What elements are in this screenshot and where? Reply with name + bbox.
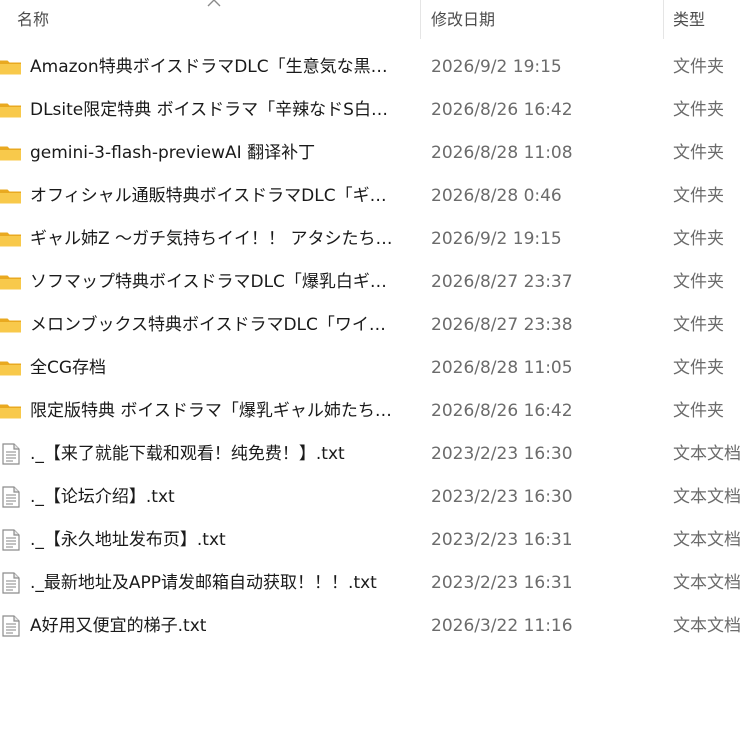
column-header-type[interactable]: 类型	[673, 0, 705, 39]
text-file-icon	[0, 572, 22, 594]
item-modified-date: 2023/2/23 16:30	[431, 487, 573, 507]
item-modified-date: 2023/2/23 16:31	[431, 573, 573, 593]
item-type: 文件夹	[673, 315, 724, 335]
column-divider[interactable]	[663, 0, 664, 39]
item-type: 文本文档	[673, 573, 741, 593]
item-type: 文件夹	[673, 57, 724, 77]
folder-icon	[0, 357, 22, 379]
folder-row[interactable]: メロンブックス特典ボイスドラマDLC「ワイ… 2026/8/27 23:38 文件夹	[0, 304, 744, 347]
item-name: 限定版特典 ボイスドラマ「爆乳ギャル姉たち…	[30, 401, 392, 421]
item-type: 文件夹	[673, 186, 724, 206]
item-modified-date: 2026/8/28 11:05	[431, 358, 573, 378]
column-header-date[interactable]: 修改日期	[431, 0, 495, 39]
folder-icon	[0, 185, 22, 207]
file-row[interactable]: ._最新地址及APP请发邮箱自动获取！！！.txt 2023/2/23 16:31…	[0, 562, 744, 605]
text-file-icon	[0, 529, 22, 551]
item-type: 文件夹	[673, 401, 724, 421]
folder-row[interactable]: gemini-3-flash-previewAI 翻译补丁 2026/8/28 1…	[0, 132, 744, 175]
item-name: gemini-3-flash-previewAI 翻译补丁	[30, 143, 316, 163]
item-type: 文件夹	[673, 229, 724, 249]
folder-row[interactable]: オフィシャル通販特典ボイスドラマDLC「ギ… 2026/8/28 0:46 文件夹	[0, 175, 744, 218]
folder-icon	[0, 271, 22, 293]
item-modified-date: 2026/8/26 16:42	[431, 401, 573, 421]
folder-row[interactable]: DLsite限定特典 ボイスドラマ「辛辣なドS白… 2026/8/26 16:42…	[0, 89, 744, 132]
item-name: ._【永久地址发布页】.txt	[30, 530, 226, 550]
item-name: Amazon特典ボイスドラマDLC「生意気な黒…	[30, 57, 388, 77]
folder-icon	[0, 400, 22, 422]
folder-icon	[0, 56, 22, 78]
text-file-icon	[0, 443, 22, 465]
file-list: Amazon特典ボイスドラマDLC「生意気な黒… 2026/9/2 19:15 文件…	[0, 46, 744, 648]
column-header-name[interactable]: 名称	[17, 0, 49, 39]
item-modified-date: 2026/8/27 23:37	[431, 272, 573, 292]
file-row[interactable]: A好用又便宜的梯子.txt 2026/3/22 11:16 文本文档	[0, 605, 744, 648]
item-name: ._【论坛介绍】.txt	[30, 487, 175, 507]
item-name: ._最新地址及APP请发邮箱自动获取！！！.txt	[30, 573, 377, 593]
item-type: 文件夹	[673, 358, 724, 378]
chevron-up-icon[interactable]	[207, 0, 221, 8]
item-modified-date: 2026/8/27 23:38	[431, 315, 573, 335]
item-name: オフィシャル通販特典ボイスドラマDLC「ギ…	[30, 186, 387, 206]
item-type: 文件夹	[673, 272, 724, 292]
file-row[interactable]: ._【来了就能下载和观看！纯免费！】.txt 2023/2/23 16:30 文本文…	[0, 433, 744, 476]
item-name: ソフマップ特典ボイスドラマDLC「爆乳白ギ…	[30, 272, 387, 292]
item-name: 全CG存档	[30, 358, 107, 378]
file-row[interactable]: ._【论坛介绍】.txt 2023/2/23 16:30 文本文档	[0, 476, 744, 519]
text-file-icon	[0, 615, 22, 637]
item-modified-date: 2023/2/23 16:30	[431, 444, 573, 464]
text-file-icon	[0, 486, 22, 508]
item-modified-date: 2023/2/23 16:31	[431, 530, 573, 550]
column-header-bar: 名称 修改日期 类型	[0, 0, 744, 39]
folder-row[interactable]: 全CG存档 2026/8/28 11:05 文件夹	[0, 347, 744, 390]
folder-icon	[0, 314, 22, 336]
item-type: 文件夹	[673, 100, 724, 120]
item-modified-date: 2026/9/2 19:15	[431, 57, 562, 77]
item-name: ギャル姉Z ～ガチ気持ちイイ！！ アタシたち…	[30, 229, 393, 249]
file-row[interactable]: ._【永久地址发布页】.txt 2023/2/23 16:31 文本文档	[0, 519, 744, 562]
folder-icon	[0, 228, 22, 250]
folder-row[interactable]: Amazon特典ボイスドラマDLC「生意気な黒… 2026/9/2 19:15 文件…	[0, 46, 744, 89]
item-modified-date: 2026/8/28 11:08	[431, 143, 573, 163]
item-type: 文本文档	[673, 487, 741, 507]
item-name: DLsite限定特典 ボイスドラマ「辛辣なドS白…	[30, 100, 388, 120]
item-name: メロンブックス特典ボイスドラマDLC「ワイ…	[30, 315, 386, 335]
item-type: 文本文档	[673, 444, 741, 464]
item-modified-date: 2026/9/2 19:15	[431, 229, 562, 249]
item-modified-date: 2026/3/22 11:16	[431, 616, 573, 636]
folder-row[interactable]: 限定版特典 ボイスドラマ「爆乳ギャル姉たち… 2026/8/26 16:42 文件夹	[0, 390, 744, 433]
folder-row[interactable]: ギャル姉Z ～ガチ気持ちイイ！！ アタシたち… 2026/9/2 19:15 文件夹	[0, 218, 744, 261]
item-name: A好用又便宜的梯子.txt	[30, 616, 207, 636]
folder-icon	[0, 99, 22, 121]
item-type: 文本文档	[673, 530, 741, 550]
item-type: 文本文档	[673, 616, 741, 636]
folder-icon	[0, 142, 22, 164]
folder-row[interactable]: ソフマップ特典ボイスドラマDLC「爆乳白ギ… 2026/8/27 23:37 文件夹	[0, 261, 744, 304]
item-modified-date: 2026/8/26 16:42	[431, 100, 573, 120]
item-type: 文件夹	[673, 143, 724, 163]
item-modified-date: 2026/8/28 0:46	[431, 186, 562, 206]
column-divider[interactable]	[420, 0, 421, 39]
item-name: ._【来了就能下载和观看！纯免费！】.txt	[30, 444, 345, 464]
